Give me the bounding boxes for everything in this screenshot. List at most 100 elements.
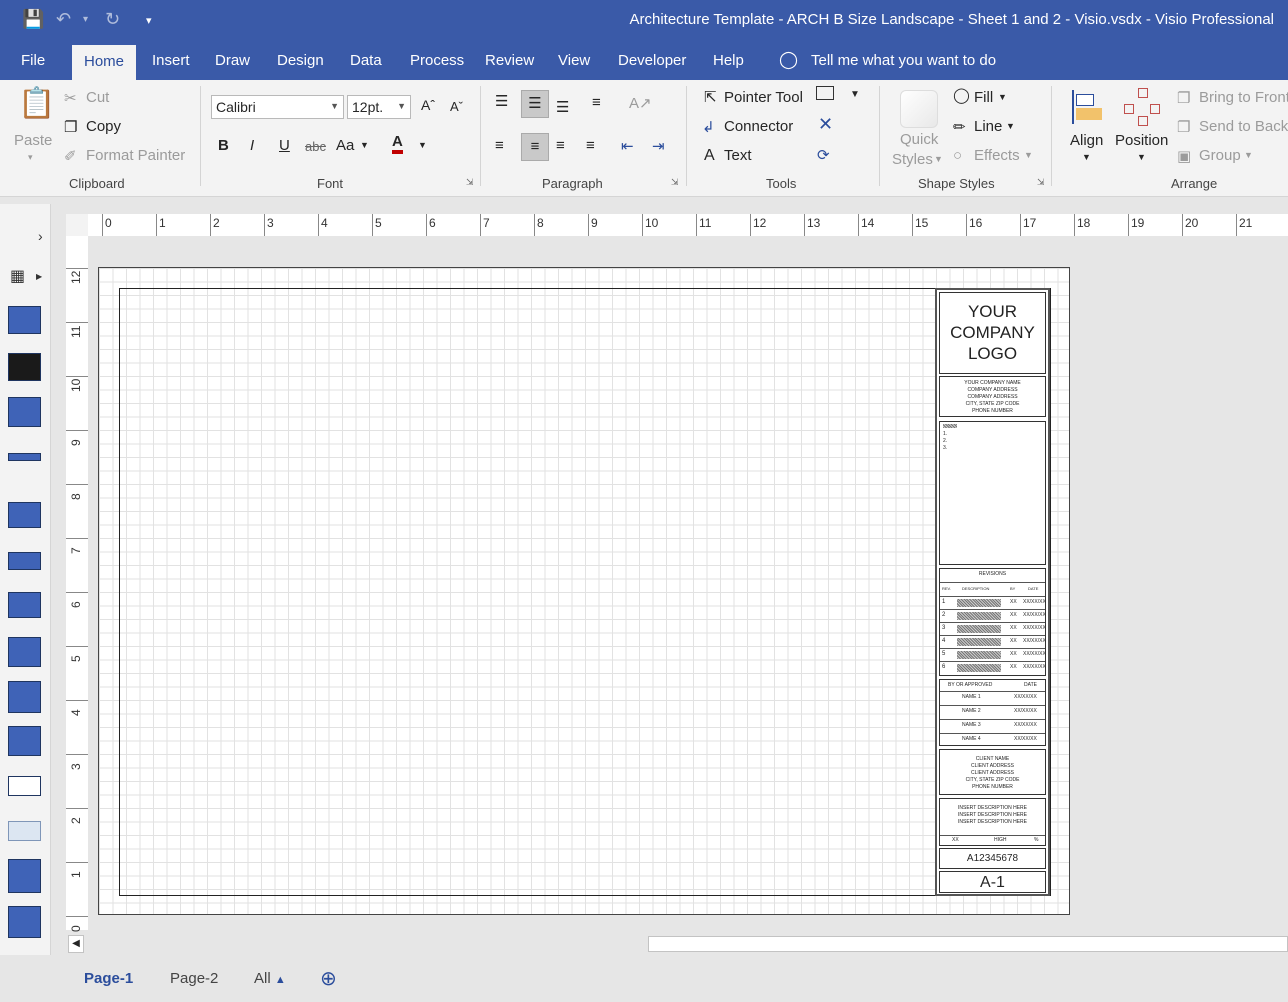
position-button[interactable]: Position <box>1115 132 1168 149</box>
scrollbar-thumb[interactable] <box>648 936 1288 952</box>
chevron-down-icon[interactable]: ▼ <box>1244 150 1253 160</box>
paragraph-dialog-launcher-icon[interactable]: ⇲ <box>671 177 679 188</box>
chevron-down-icon[interactable]: ▼ <box>998 92 1007 102</box>
undo-dropdown-icon[interactable]: ▾ <box>83 14 88 25</box>
stencil-shape-range[interactable] <box>8 906 41 938</box>
align-icon[interactable] <box>1072 90 1106 124</box>
align-left-icon[interactable]: ≡ <box>495 137 504 154</box>
copy-button[interactable]: Copy <box>86 118 121 135</box>
stencil-shape-low-unit[interactable] <box>8 552 41 570</box>
paste-icon[interactable]: 📋 <box>18 86 55 121</box>
effects-button[interactable]: Effects <box>974 147 1020 164</box>
chevron-down-icon[interactable]: ▼ <box>1082 152 1091 162</box>
shape-styles-dialog-launcher-icon[interactable]: ⇲ <box>1037 177 1045 188</box>
decrease-indent-icon[interactable]: ⇤ <box>621 137 634 155</box>
bold-button[interactable]: B <box>218 137 229 154</box>
stencil-shape-microwave[interactable] <box>8 776 41 796</box>
position-icon[interactable] <box>1124 88 1160 126</box>
align-center-icon[interactable]: ≡ <box>521 133 549 161</box>
line-button[interactable]: Line <box>974 118 1002 135</box>
chevron-right-icon[interactable]: ▶ <box>36 272 42 281</box>
tab-help[interactable]: Help <box>713 52 744 69</box>
font-color-button[interactable]: A <box>392 134 403 154</box>
chevron-down-icon[interactable]: ▼ <box>850 89 860 100</box>
tab-home[interactable]: Home <box>72 45 137 80</box>
undo-icon[interactable]: ↶ <box>56 9 71 30</box>
align-button[interactable]: Align <box>1070 132 1103 149</box>
chevron-down-icon[interactable]: ▼ <box>1137 152 1146 162</box>
add-page-icon[interactable]: ⊕ <box>320 966 337 991</box>
italic-button[interactable]: I <box>250 137 254 154</box>
save-icon[interactable]: 💾 <box>22 9 44 30</box>
underline-button[interactable]: U <box>279 137 290 154</box>
change-case-button[interactable]: Aa <box>336 137 354 154</box>
drawing-canvas[interactable]: YOUR COMPANY LOGO YOUR COMPANY NAME COMP… <box>88 236 1288 930</box>
tab-data[interactable]: Data <box>350 52 382 69</box>
stencil-shape-unit[interactable] <box>8 502 41 528</box>
tell-me-search[interactable]: Tell me what you want to do <box>811 52 996 69</box>
title-block[interactable]: YOUR COMPANY LOGO YOUR COMPANY NAME COMP… <box>935 288 1050 896</box>
stencil-shape-counter[interactable] <box>8 453 41 461</box>
stencil-shape-vent[interactable] <box>8 821 41 841</box>
send-to-back-button[interactable]: Send to Back <box>1199 118 1288 135</box>
tab-design[interactable]: Design <box>277 52 324 69</box>
font-size-combo[interactable]: 12pt. ▼ <box>347 95 411 119</box>
chevron-down-icon[interactable]: ▼ <box>418 140 427 150</box>
rotate-icon[interactable]: ⟳ <box>817 146 830 164</box>
justify-icon[interactable]: ≡ <box>586 137 595 154</box>
chevron-down-icon[interactable]: ▼ <box>934 154 943 164</box>
stencil-shape-freezer[interactable] <box>8 681 41 713</box>
grow-font-icon[interactable]: Aˆ <box>421 97 435 113</box>
expand-panel-icon[interactable]: › <box>38 228 43 244</box>
rectangle-icon[interactable] <box>816 86 834 100</box>
redo-icon[interactable]: ↻ <box>105 9 120 30</box>
stencil-menu-icon[interactable]: ▦ <box>10 266 25 286</box>
page-tab-page-2[interactable]: Page-2 <box>170 970 218 987</box>
stencil-shape-dishwasher[interactable] <box>8 859 41 893</box>
tab-insert[interactable]: Insert <box>152 52 190 69</box>
quick-styles-label-2[interactable]: Styles <box>892 151 933 168</box>
page-tab-page-1[interactable]: Page-1 <box>84 970 133 987</box>
align-right-icon[interactable]: ≡ <box>556 137 565 154</box>
page-tab-all[interactable]: All ▲ <box>254 970 286 987</box>
font-dialog-launcher-icon[interactable]: ⇲ <box>466 177 474 188</box>
bring-to-front-button[interactable]: Bring to Front <box>1199 89 1288 106</box>
tab-review[interactable]: Review <box>485 52 534 69</box>
quick-styles-label[interactable]: Quick <box>900 131 938 148</box>
stencil-shape-corner-unit[interactable] <box>8 726 41 756</box>
format-painter-button[interactable]: Format Painter <box>86 147 185 164</box>
bullets-icon[interactable]: ≡ <box>592 94 601 111</box>
quick-styles-swatch-icon[interactable] <box>900 90 938 128</box>
chevron-down-icon[interactable]: ▼ <box>360 140 369 150</box>
tab-process[interactable]: Process <box>410 52 464 69</box>
stencil-shape-sink[interactable] <box>8 397 41 427</box>
chevron-down-icon[interactable]: ▼ <box>1024 150 1033 160</box>
align-top-icon[interactable]: ☰ <box>495 92 508 110</box>
stencil-shape-fridge[interactable] <box>8 637 41 667</box>
tab-view[interactable]: View <box>558 52 590 69</box>
strikethrough-button[interactable]: abc <box>305 139 326 154</box>
scroll-left-icon[interactable]: ◀ <box>68 935 84 953</box>
paste-button[interactable]: Paste <box>14 132 52 149</box>
text-direction-icon[interactable]: A↗ <box>629 94 652 112</box>
fill-button[interactable]: Fill <box>974 89 993 106</box>
font-name-combo[interactable]: Calibri ▼ <box>211 95 344 119</box>
connector-button[interactable]: Connector <box>724 118 793 135</box>
group-button[interactable]: Group <box>1199 147 1241 164</box>
horizontal-scrollbar[interactable]: ◀ <box>66 935 1288 953</box>
customize-qat-icon[interactable]: ▾ <box>146 14 152 27</box>
increase-indent-icon[interactable]: ⇥ <box>652 137 665 155</box>
drawing-page[interactable]: YOUR COMPANY LOGO YOUR COMPANY NAME COMP… <box>98 267 1070 915</box>
close-icon[interactable]: ✕ <box>818 114 833 135</box>
pointer-tool-button[interactable]: Pointer Tool <box>724 89 803 106</box>
chevron-down-icon[interactable]: ▼ <box>1006 121 1015 131</box>
paste-dropdown-icon[interactable]: ▾ <box>28 152 33 163</box>
stencil-shape-cooktop[interactable] <box>8 353 41 381</box>
align-middle-icon[interactable]: ☰ <box>521 90 549 118</box>
tab-file[interactable]: File <box>21 52 45 69</box>
text-tool-button[interactable]: Text <box>724 147 752 164</box>
shrink-font-icon[interactable]: Aˇ <box>450 99 463 114</box>
cut-button[interactable]: Cut <box>86 89 109 106</box>
align-bottom-icon[interactable]: ☰ <box>556 98 569 116</box>
tab-developer[interactable]: Developer <box>618 52 686 69</box>
